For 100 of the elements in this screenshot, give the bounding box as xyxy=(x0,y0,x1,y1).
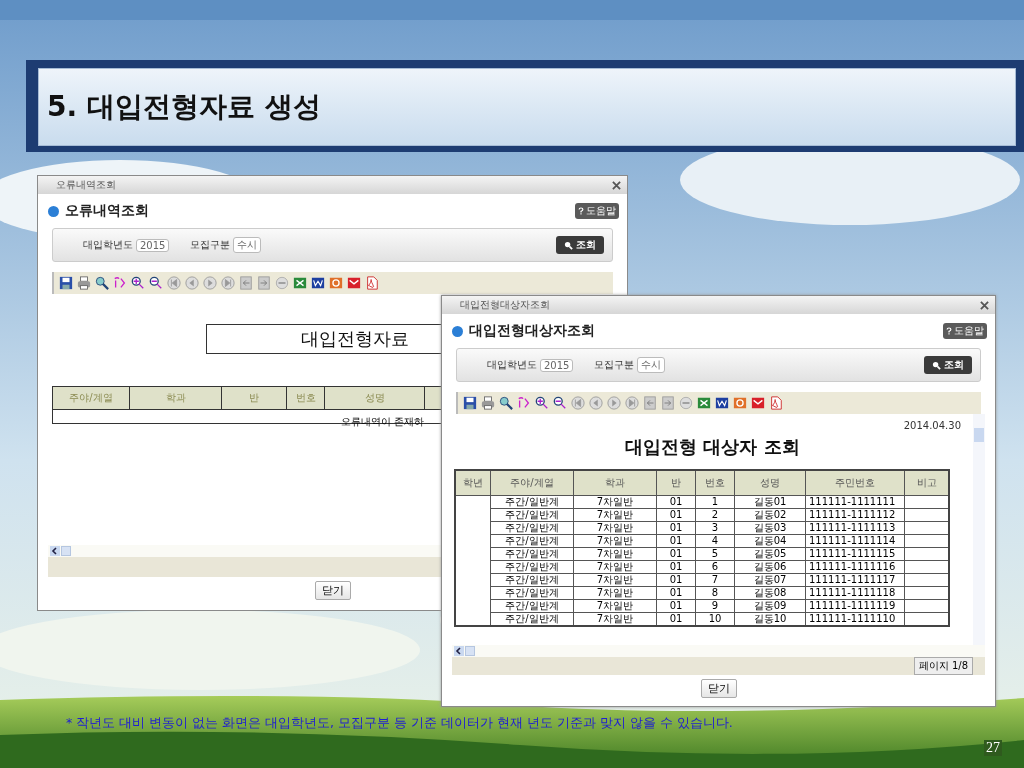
next-page-icon[interactable] xyxy=(607,396,621,410)
export-icon[interactable] xyxy=(257,276,271,290)
table-cell: 7차일반 xyxy=(573,547,657,561)
mail-icon[interactable] xyxy=(751,396,765,410)
table-cell: 길동07 xyxy=(734,573,806,587)
report-title: 대입전형자료 xyxy=(301,327,409,351)
export-icon[interactable] xyxy=(661,396,675,410)
minus-icon[interactable] xyxy=(275,276,289,290)
table-cell: 길동04 xyxy=(734,534,806,548)
input-field[interactable]: 수시 xyxy=(233,237,262,253)
horizontal-scrollbar[interactable] xyxy=(452,645,985,657)
close-button[interactable]: 닫기 xyxy=(314,581,351,600)
zoom-out-icon[interactable] xyxy=(553,396,567,410)
table-cell: 01 xyxy=(656,508,696,522)
pdf-icon[interactable] xyxy=(365,276,379,290)
field-label: 대입학년도 xyxy=(83,238,133,252)
table-cell: 주간/일반계 xyxy=(490,495,574,509)
table-cell: 111111-1111114 xyxy=(805,534,905,548)
zoom-out-icon[interactable] xyxy=(149,276,163,290)
table-cell: 주간/일반계 xyxy=(490,573,574,587)
table-cell: 3 xyxy=(695,521,735,535)
save-icon[interactable] xyxy=(59,276,73,290)
input-field[interactable]: 2015 xyxy=(540,358,574,372)
mail-icon[interactable] xyxy=(347,276,361,290)
left-arrow-icon[interactable] xyxy=(50,546,60,556)
left-arrow-icon[interactable] xyxy=(454,646,464,656)
table-header-cell: 주야/계열 xyxy=(490,470,574,496)
table-cell: 길동06 xyxy=(734,560,806,574)
vertical-scrollbar[interactable] xyxy=(973,414,985,645)
input-field[interactable]: 수시 xyxy=(637,357,666,373)
minus-icon[interactable] xyxy=(679,396,693,410)
search-icon[interactable] xyxy=(95,276,109,290)
table-cell: 주간/일반계 xyxy=(490,534,574,548)
spreadsheet-icon[interactable] xyxy=(697,396,711,410)
table-cell: 7차일반 xyxy=(573,508,657,522)
report-title: 대입전형 대상자 조회 xyxy=(624,435,801,459)
table-header-cell: 비고 xyxy=(904,470,949,496)
window-heading: 오류내역조회 xyxy=(65,202,150,220)
window-title: 대입전형대상자조회 xyxy=(460,298,550,312)
help-button[interactable]: 도움말 xyxy=(575,203,619,219)
table-cell: 7차일반 xyxy=(573,573,657,587)
table-cell: 길동09 xyxy=(734,599,806,613)
table-cell: 01 xyxy=(656,521,696,535)
table-cell: 1 xyxy=(695,495,735,509)
table-cell: 111111-1111117 xyxy=(805,573,905,587)
help-button[interactable]: 도움말 xyxy=(943,323,987,339)
table-cell: 5 xyxy=(695,547,735,561)
zoom-in-icon[interactable] xyxy=(131,276,145,290)
spreadsheet-icon[interactable] xyxy=(293,276,307,290)
document-icon[interactable] xyxy=(715,396,729,410)
table-cell: 주간/일반계 xyxy=(490,586,574,600)
table-cell: 주간/일반계 xyxy=(490,560,574,574)
close-icon[interactable] xyxy=(612,180,621,190)
input-field[interactable]: 2015 xyxy=(136,238,170,252)
table-cell: 6 xyxy=(695,560,735,574)
table-cell: 길동03 xyxy=(734,521,806,535)
table-cell: 111111-1111115 xyxy=(805,547,905,561)
print-icon[interactable] xyxy=(77,276,91,290)
table-cell: 01 xyxy=(656,599,696,613)
table-cell: 01 xyxy=(656,573,696,587)
table-cell: 01 xyxy=(656,560,696,574)
table-cell: 주간/일반계 xyxy=(490,521,574,535)
print-icon[interactable] xyxy=(481,396,495,410)
table-header-cell: 성명 xyxy=(734,470,806,496)
import-icon[interactable] xyxy=(643,396,657,410)
import-icon[interactable] xyxy=(239,276,253,290)
search-icon[interactable] xyxy=(499,396,513,410)
pdf-icon[interactable] xyxy=(769,396,783,410)
page-indicator: 페이지 1/8 xyxy=(913,657,973,675)
find-text-icon[interactable] xyxy=(517,396,531,410)
last-page-icon[interactable] xyxy=(221,276,235,290)
question-icon xyxy=(578,207,584,215)
next-page-icon[interactable] xyxy=(203,276,217,290)
field-label: 모집구분 xyxy=(190,238,231,252)
table-cell: 주간/일반계 xyxy=(490,547,574,561)
document-icon[interactable] xyxy=(311,276,325,290)
table-cell: 111111-1111111 xyxy=(805,495,905,509)
table-cell: 2 xyxy=(695,508,735,522)
search-button[interactable]: 조회 xyxy=(556,236,604,254)
last-page-icon[interactable] xyxy=(625,396,639,410)
table-cell: 7차일반 xyxy=(573,521,657,535)
table-header-cell: 번호 xyxy=(286,386,324,410)
previous-page-icon[interactable] xyxy=(185,276,199,290)
field-label: 모집구분 xyxy=(594,358,635,372)
search-button[interactable]: 조회 xyxy=(924,356,972,374)
close-icon[interactable] xyxy=(980,300,989,310)
table-cell: 4 xyxy=(695,534,735,548)
table-cell: 01 xyxy=(656,586,696,600)
table-header-cell: 학년 xyxy=(455,470,491,496)
previous-page-icon[interactable] xyxy=(589,396,603,410)
bullet-icon xyxy=(452,325,463,337)
table-header-cell: 성명 xyxy=(324,386,424,410)
table-cell: 7차일반 xyxy=(573,495,657,509)
table-cell: 8 xyxy=(695,586,735,600)
table-header-cell: 반 xyxy=(656,470,696,496)
table-header-cell: 학과 xyxy=(129,386,221,410)
zoom-in-icon[interactable] xyxy=(535,396,549,410)
find-text-icon[interactable] xyxy=(113,276,127,290)
close-button[interactable]: 닫기 xyxy=(700,679,737,698)
save-icon[interactable] xyxy=(463,396,477,410)
